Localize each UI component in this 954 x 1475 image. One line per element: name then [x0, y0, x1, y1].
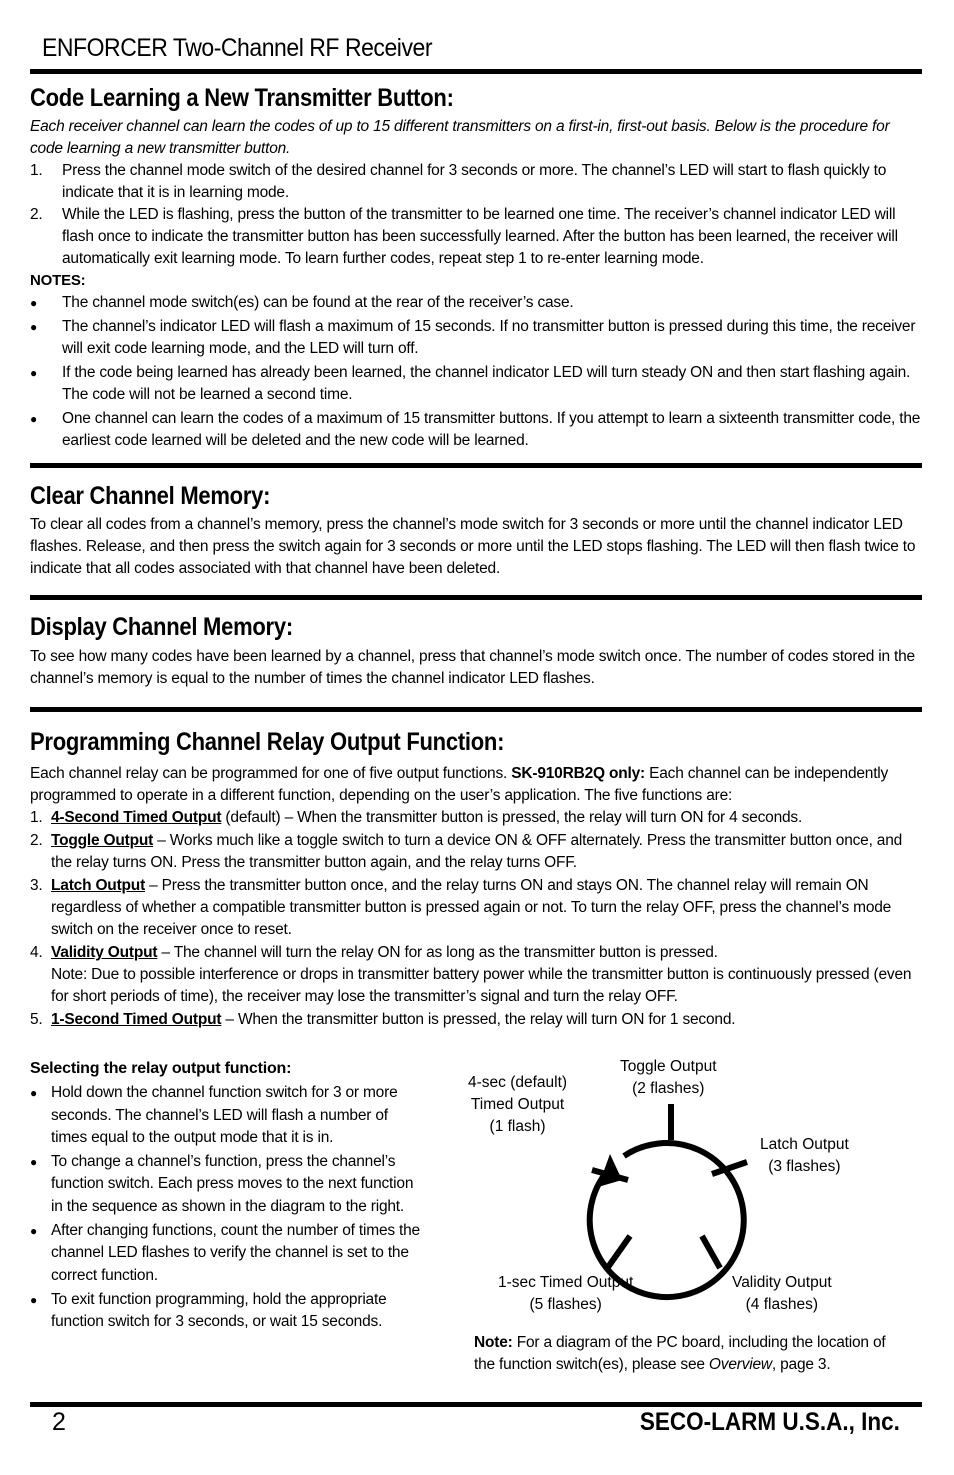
label-validity: Validity Output (4 flashes)	[732, 1274, 832, 1313]
selecting-bullet: ● To exit function programming, hold the …	[30, 1290, 387, 1331]
note-text: The channel mode switch(es) can be found…	[62, 294, 574, 311]
page-number: 2	[52, 1408, 66, 1436]
tick-1sec	[603, 1234, 633, 1272]
function-name: 1-Second Timed Output	[51, 1011, 222, 1028]
section-divider	[30, 707, 922, 712]
note-item: ● If the code being learned has already …	[30, 362, 922, 406]
label-1sec: 1-sec Timed Output (5 flashes)	[498, 1274, 634, 1313]
selecting-bullet: ● After changing functions, count the num…	[30, 1222, 420, 1284]
function-name: 4-Second Timed Output	[51, 809, 222, 826]
function-name: Toggle Output	[51, 832, 154, 849]
note-text: The channel’s indicator LED will flash a…	[62, 318, 916, 357]
step-item: 2. While the LED is flashing, press the …	[30, 204, 922, 270]
step-text: Press the channel mode switch of the des…	[62, 162, 887, 201]
label-toggle: Toggle Output (2 flashes)	[620, 1058, 717, 1097]
heading-code-learning: Code Learning a New Transmitter Button:	[30, 84, 454, 112]
notes-label: NOTES:	[30, 272, 86, 289]
section-divider	[30, 463, 922, 468]
footer-divider	[30, 1402, 922, 1407]
function-item: 3. Latch Output – Press the transmitter b…	[30, 877, 892, 938]
selecting-section: Selecting the relay output function: ● Ho…	[30, 1058, 422, 1334]
function-cycle-diagram: 4-sec (default) Timed Output (1 flash) Tog…	[460, 1052, 900, 1332]
company-name: SECO-LARM U.S.A., Inc.	[639, 1408, 900, 1436]
code-learning-intro: Each receiver channel can learn the code…	[30, 118, 890, 157]
relay-intro: Each channel relay can be programmed for…	[30, 765, 889, 804]
bullet-icon: ●	[30, 320, 38, 334]
function-name: Validity Output	[51, 944, 158, 961]
step-text: While the LED is flashing, press the but…	[62, 206, 898, 267]
tick-validity	[699, 1234, 723, 1270]
bullet-icon: ●	[30, 1224, 38, 1239]
relay-section: Each channel relay can be programmed for…	[30, 763, 922, 1032]
bullet-icon: ●	[30, 366, 38, 380]
function-item: 1. 4-Second Timed Output (default) – When…	[30, 809, 803, 826]
display-memory-text: To see how many codes have been learned …	[30, 648, 915, 687]
clear-memory-text: To clear all codes from a channel’s memo…	[30, 516, 916, 577]
bullet-icon: ●	[30, 412, 38, 426]
function-note: Note: Due to possible interference or dr…	[51, 966, 912, 1005]
heading-relay-output: Programming Channel Relay Output Functio…	[30, 728, 505, 756]
step-number: 2.	[30, 206, 43, 223]
function-name: Latch Output	[51, 877, 146, 894]
note-item: ● One channel can learn the codes of a m…	[30, 408, 922, 452]
step-number: 1.	[30, 162, 43, 179]
header-divider	[30, 69, 922, 74]
document-header-title: ENFORCER Two-Channel RF Receiver	[42, 34, 433, 62]
bullet-icon: ●	[30, 1292, 38, 1307]
heading-display-memory: Display Channel Memory:	[30, 613, 293, 641]
note-item: ● The channel’s indicator LED will flash…	[30, 316, 922, 360]
code-learning-section: Each receiver channel can learn the code…	[30, 116, 922, 452]
bullet-icon: ●	[30, 296, 38, 310]
function-item: 5. 1-Second Timed Output – When the trans…	[30, 1011, 736, 1028]
selecting-heading: Selecting the relay output function:	[30, 1060, 292, 1077]
label-latch: Latch Output (3 flashes)	[760, 1136, 849, 1175]
note-text: One channel can learn the codes of a max…	[62, 410, 921, 449]
bullet-icon: ●	[30, 1155, 38, 1170]
note-text: If the code being learned has already be…	[62, 364, 911, 403]
selecting-bullet: ● To change a channel’s function, press t…	[30, 1153, 414, 1215]
function-item: 2. Toggle Output – Works much like a togg…	[30, 832, 903, 871]
step-item: 1. Press the channel mode switch of the …	[30, 160, 922, 204]
bullet-icon: ●	[30, 1086, 38, 1101]
section-divider	[30, 595, 922, 600]
label-4sec: 4-sec (default) Timed Output (1 flash)	[468, 1074, 568, 1135]
heading-clear-memory: Clear Channel Memory:	[30, 482, 271, 510]
function-item: 4. Validity Output – The channel will tur…	[30, 942, 922, 1008]
board-note: Note: For a diagram of the PC board, inc…	[474, 1334, 886, 1373]
selecting-bullet: ● Hold down the channel function switch f…	[30, 1084, 398, 1146]
note-item: ● The channel mode switch(es) can be fou…	[30, 292, 922, 314]
